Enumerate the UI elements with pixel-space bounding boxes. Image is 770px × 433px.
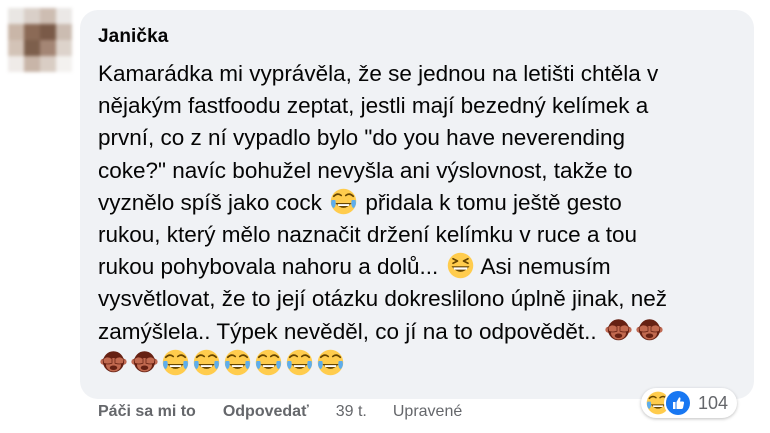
comment-line: coke?" navíc bohužel nevyšla ani výslovn… — [98, 157, 633, 183]
comment-timestamp[interactable]: 39 t. — [336, 403, 367, 421]
avatar[interactable] — [8, 8, 72, 72]
comment-bubble: Janička Kamarádka mi vyprávěla, že se je… — [80, 10, 754, 399]
comment-author[interactable]: Janička — [98, 24, 734, 50]
comment-line-part: rukou pohybovala nahoru a dolů... — [98, 254, 439, 280]
comment-line: první, co z ní vypadlo bylo "do you have… — [98, 125, 626, 151]
face-with-tears-of-joy-icon — [193, 349, 220, 376]
comment-actions: Páči sa mi to Odpovedať 39 t. Upravené — [98, 403, 462, 421]
comment-line: nějakým fastfoodu zeptat, jestli mají be… — [98, 93, 649, 119]
comment-line-part: přidala k tomu ještě gesto — [365, 189, 622, 215]
comment-line: vyznělo spíš jako cock přidala k tomu je… — [98, 187, 734, 219]
see-no-evil-monkey-icon — [131, 349, 158, 376]
see-no-evil-monkey-icon — [605, 317, 632, 344]
comment-line: rukou pohybovala nahoru a dolů... Asi ne… — [98, 251, 734, 283]
comment-text: Kamarádka mi vyprávěla, že se jednou na … — [98, 58, 734, 380]
face-with-tears-of-joy-icon — [330, 188, 357, 215]
comment-line: rukou, který mělo naznačit držení kelímk… — [98, 222, 637, 248]
comment-line: zamýšlela.. Týpek nevěděl, co jí na to o… — [98, 316, 734, 348]
face-with-tears-of-joy-icon — [162, 349, 189, 376]
face-with-tears-of-joy-icon — [286, 349, 313, 376]
comment-line: Kamarádka mi vyprávěla, že se jednou na … — [98, 61, 659, 86]
reply-button[interactable]: Odpovedať — [223, 403, 309, 421]
comment-line-part: vyznělo spíš jako cock — [98, 189, 322, 215]
edited-label[interactable]: Upravené — [393, 403, 462, 421]
comment-emoji-line — [98, 348, 734, 380]
like-reaction-icon — [664, 389, 692, 417]
see-no-evil-monkey-icon — [100, 349, 127, 376]
face-with-tears-of-joy-icon — [255, 349, 282, 376]
comment-line-part: zamýšlela.. Týpek nevěděl, co jí na to o… — [98, 318, 597, 344]
reactions-summary[interactable]: 104 — [641, 388, 738, 418]
like-button[interactable]: Páči sa mi to — [98, 403, 196, 421]
face-with-tears-of-joy-icon — [317, 349, 344, 376]
comment-line: vysvětlovat, že to její otázku dokreslil… — [98, 286, 668, 312]
grinning-squinting-face-icon — [447, 252, 474, 279]
comment-line-part: Asi nemusím — [480, 254, 611, 280]
reaction-count: 104 — [698, 392, 729, 413]
face-with-tears-of-joy-icon — [224, 349, 251, 376]
see-no-evil-monkey-icon — [636, 317, 663, 344]
